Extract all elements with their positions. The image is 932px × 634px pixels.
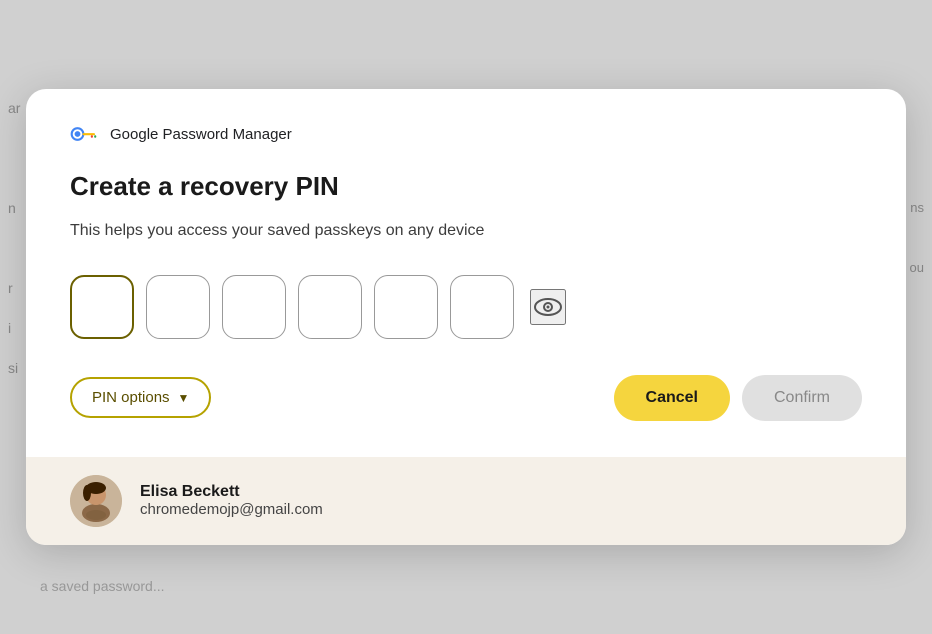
gpm-logo-icon [70,125,100,143]
bg-text-ar: ar [8,100,20,116]
avatar-svg [70,475,122,527]
bg-text-ou: ou [910,260,924,275]
dialog-heading: Create a recovery PIN [70,171,862,202]
eye-icon-svg [533,296,563,318]
pin-box-4[interactable] [298,275,362,339]
actions-row: PIN options ▼ Cancel Confirm [70,375,862,421]
page-background: ar n r i si ns ou a saved password... [0,0,932,634]
bg-text-si: si [8,360,18,376]
avatar [70,475,122,527]
bg-text-r: r [8,280,13,296]
toggle-pin-visibility-button[interactable] [530,289,566,325]
pin-options-label: PIN options [92,389,170,406]
user-name: Elisa Beckett [140,483,323,501]
pin-box-3[interactable] [222,275,286,339]
app-name-label: Google Password Manager [110,126,292,143]
dialog-main: Google Password Manager Create a recover… [26,89,906,456]
dialog-header: Google Password Manager [70,125,862,143]
user-email: chromedemojp@gmail.com [140,501,323,518]
user-info: Elisa Beckett chromedemojp@gmail.com [140,483,323,518]
pin-box-5[interactable] [374,275,438,339]
chevron-down-icon: ▼ [178,391,190,405]
dialog-footer: Elisa Beckett chromedemojp@gmail.com [26,457,906,545]
confirm-button[interactable]: Confirm [742,375,862,421]
bg-text-bottom: a saved password... [40,578,165,594]
pin-input-row [70,275,862,339]
right-buttons-group: Cancel Confirm [614,375,862,421]
pin-box-2[interactable] [146,275,210,339]
bg-text-n: n [8,200,16,216]
bg-text-ns: ns [910,200,924,215]
dialog-subtext: This helps you access your saved passkey… [70,219,862,243]
pin-box-1[interactable] [70,275,134,339]
cancel-button[interactable]: Cancel [614,375,730,421]
recovery-pin-dialog: Google Password Manager Create a recover… [26,89,906,544]
pin-options-button[interactable]: PIN options ▼ [70,377,211,418]
pin-box-6[interactable] [450,275,514,339]
bg-text-i: i [8,320,11,336]
key-icon-svg [70,125,100,143]
